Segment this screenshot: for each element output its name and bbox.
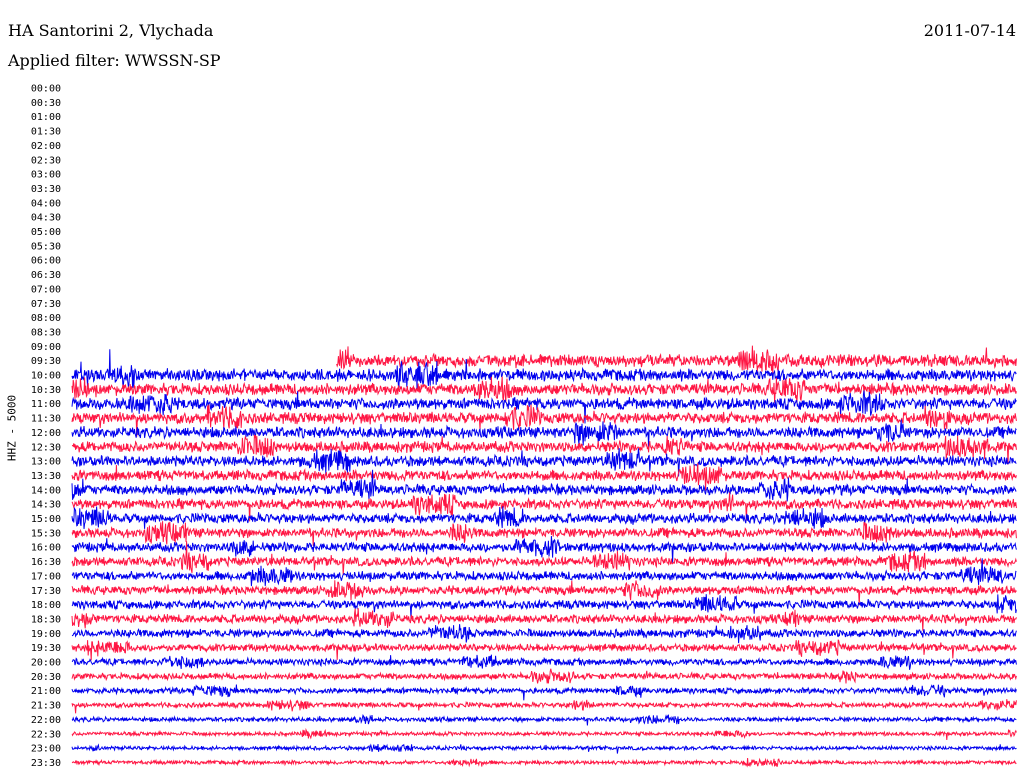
row-tick-label: 22:30 xyxy=(31,729,61,740)
row-tick-label: 19:00 xyxy=(31,629,61,640)
row-tick-label: 07:00 xyxy=(31,284,61,295)
row-tick-label: 14:30 xyxy=(31,500,61,511)
row-tick-label: 04:30 xyxy=(31,213,61,224)
row-tick-label: 11:00 xyxy=(31,399,61,410)
trace-row xyxy=(71,699,1017,714)
trace-row xyxy=(71,654,1017,670)
row-tick-label: 09:00 xyxy=(31,342,61,353)
row-tick-label: 22:00 xyxy=(31,715,61,726)
row-tick-label: 18:30 xyxy=(31,614,61,625)
row-tick-label: 00:00 xyxy=(31,84,61,95)
row-tick-label: 15:30 xyxy=(31,528,61,539)
trace-row xyxy=(71,668,1017,684)
row-tick-label: 10:00 xyxy=(31,371,61,382)
trace-row xyxy=(336,345,1017,374)
row-tick-label: 20:30 xyxy=(31,672,61,683)
helicorder-plot: 00:00 00:30 01:00 01:30 02:00 02:30 03:00 03:30… xyxy=(31,84,1017,769)
trace-row xyxy=(71,743,1017,754)
row-tick-label: 12:30 xyxy=(31,442,61,453)
row-tick-label: 03:30 xyxy=(31,184,61,195)
trace-row xyxy=(71,713,1017,726)
trace-rows xyxy=(71,345,1017,768)
row-tick-label: 20:00 xyxy=(31,658,61,669)
trace-row xyxy=(71,757,1017,768)
row-tick-label: 23:00 xyxy=(31,744,61,755)
row-tick-label: 05:30 xyxy=(31,241,61,252)
row-tick-label: 05:00 xyxy=(31,227,61,238)
trace-row xyxy=(71,608,1017,631)
row-tick-label: 01:00 xyxy=(31,112,61,123)
row-tick-label: 13:00 xyxy=(31,457,61,468)
row-tick-labels: 00:00 00:30 01:00 01:30 02:00 02:30 03:00 03:30… xyxy=(31,84,61,769)
row-tick-label: 13:30 xyxy=(31,471,61,482)
trace-row xyxy=(71,594,1017,619)
row-tick-label: 03:00 xyxy=(31,170,61,181)
row-tick-label: 08:00 xyxy=(31,313,61,324)
trace-row xyxy=(71,727,1017,741)
row-tick-label: 16:00 xyxy=(31,543,61,554)
row-tick-label: 08:30 xyxy=(31,327,61,338)
row-tick-label: 06:00 xyxy=(31,256,61,267)
trace-row xyxy=(71,639,1017,661)
trace-row xyxy=(71,521,1017,546)
row-tick-label: 06:30 xyxy=(31,270,61,281)
trace-row xyxy=(71,684,1017,701)
row-tick-label: 23:30 xyxy=(31,758,61,769)
trace-row xyxy=(71,624,1017,644)
row-tick-label: 12:00 xyxy=(31,428,61,439)
row-tick-label: 00:30 xyxy=(31,98,61,109)
row-tick-label: 18:00 xyxy=(31,600,61,611)
row-tick-label: 02:00 xyxy=(31,141,61,152)
row-tick-label: 17:00 xyxy=(31,571,61,582)
seismogram-page: HA Santorini 2, Vlychada Applied filter:… xyxy=(0,0,1024,780)
row-tick-label: 16:30 xyxy=(31,557,61,568)
row-tick-label: 17:30 xyxy=(31,586,61,597)
row-tick-label: 09:30 xyxy=(31,356,61,367)
row-tick-label: 14:00 xyxy=(31,485,61,496)
row-tick-label: 11:30 xyxy=(31,414,61,425)
trace-row xyxy=(71,448,1017,477)
row-tick-label: 04:00 xyxy=(31,198,61,209)
row-tick-label: 10:30 xyxy=(31,385,61,396)
trace-row xyxy=(71,535,1017,563)
row-tick-label: 01:30 xyxy=(31,127,61,138)
row-tick-label: 07:30 xyxy=(31,299,61,310)
row-tick-label: 15:00 xyxy=(31,514,61,525)
row-tick-label: 19:30 xyxy=(31,643,61,654)
row-tick-label: 02:30 xyxy=(31,155,61,166)
row-tick-label: 21:00 xyxy=(31,686,61,697)
row-tick-label: 21:30 xyxy=(31,701,61,712)
trace-row xyxy=(71,419,1017,448)
